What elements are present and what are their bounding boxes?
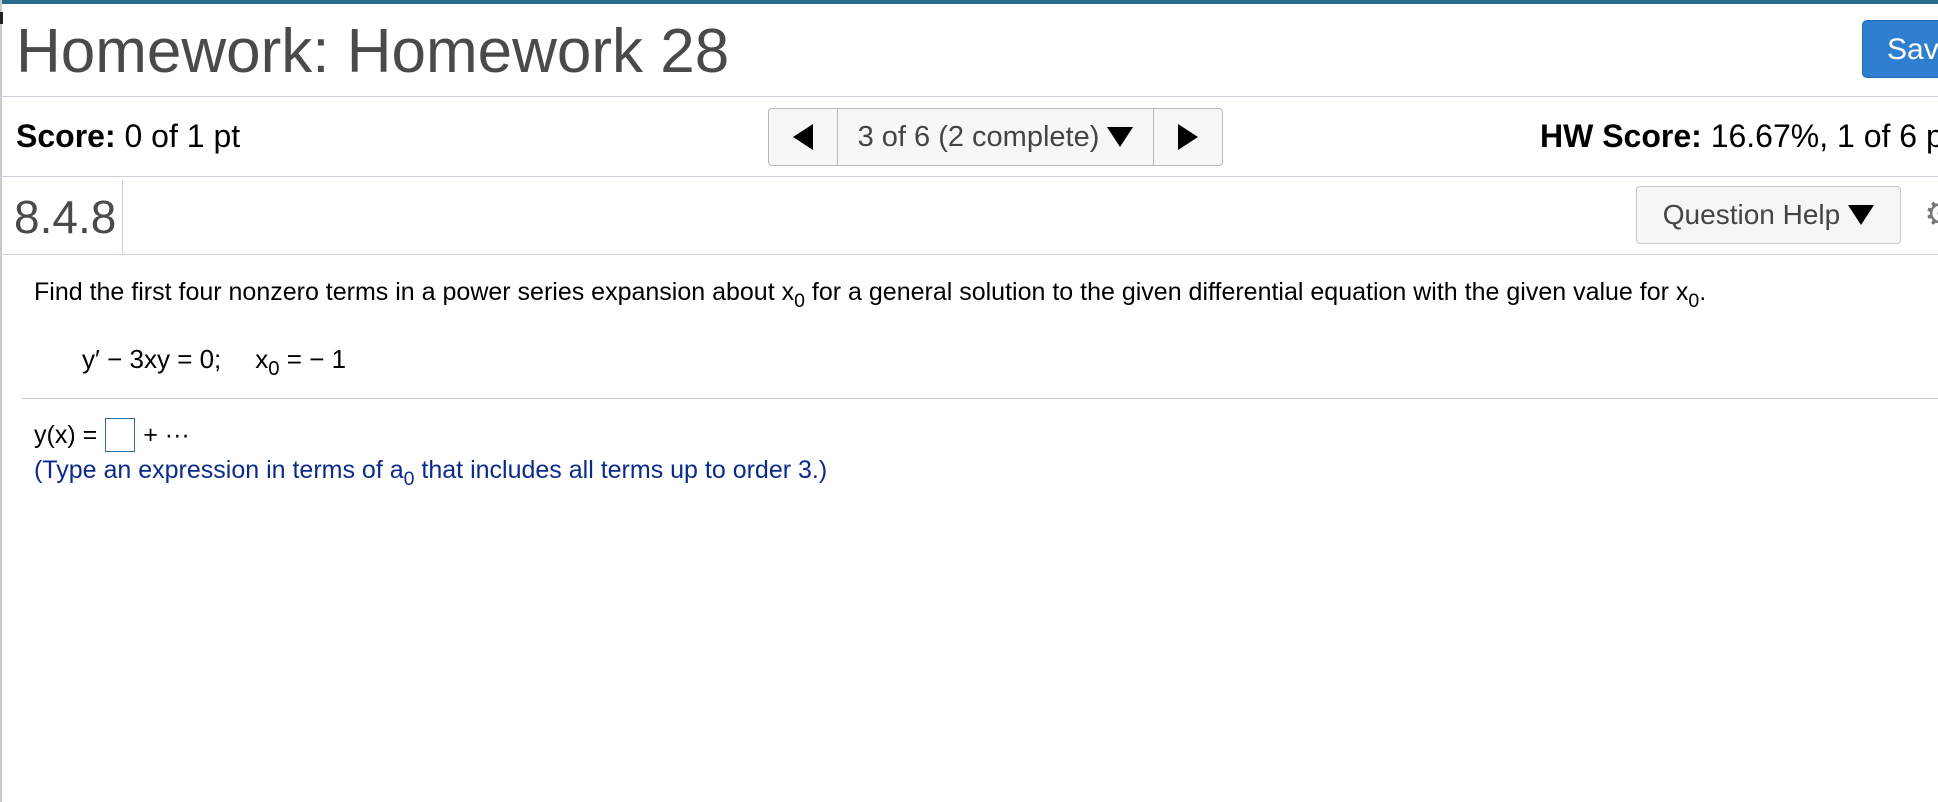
hw-score: HW Score: 16.67%, 1 of 6 pts xyxy=(1540,118,1938,155)
divider xyxy=(0,254,1938,255)
question-number: 8.4.8 xyxy=(14,191,117,243)
triangle-right-icon xyxy=(1178,124,1198,150)
question-number-divider xyxy=(122,180,123,254)
prompt-text: . xyxy=(1699,278,1707,306)
answer-input[interactable] xyxy=(105,418,136,452)
equation-variable: x xyxy=(255,344,269,374)
question-prompt: Find the first four nonzero terms in a p… xyxy=(34,278,1706,313)
divider xyxy=(0,176,1938,177)
answer-row: y(x) = + ··· xyxy=(34,418,190,452)
hint-text: that includes all terms up to order 3.) xyxy=(414,456,828,484)
hw-score-label: HW Score: xyxy=(1540,118,1702,154)
equation-text: y′ − 3xy = 0; xyxy=(82,344,222,374)
prompt-subscript: 0 xyxy=(1688,289,1700,312)
answer-hint: (Type an expression in terms of a0 that … xyxy=(34,456,827,491)
divider xyxy=(0,96,1938,97)
save-button[interactable]: Save xyxy=(1862,20,1938,78)
gear-icon[interactable]: ⚙ xyxy=(1924,196,1938,232)
question-help-button[interactable]: Question Help xyxy=(1636,186,1901,244)
hint-subscript: 0 xyxy=(403,467,415,490)
equation-subscript: 0 xyxy=(268,358,280,381)
answer-suffix: + ··· xyxy=(143,420,190,449)
prompt-text: for a general solution to the given diff… xyxy=(804,278,1689,306)
question-select-dropdown[interactable]: 3 of 6 (2 complete) xyxy=(838,109,1153,165)
score: Score: 0 of 1 pt xyxy=(16,118,240,155)
page-title: Homework: Homework 28 xyxy=(16,17,730,86)
question-status: 3 of 6 (2 complete) xyxy=(857,120,1100,153)
triangle-left-icon xyxy=(793,124,813,150)
answer-prefix: y(x) = xyxy=(34,420,98,449)
prompt-text: Find the first four nonzero terms in a p… xyxy=(34,278,795,306)
prompt-subscript: 0 xyxy=(794,289,805,312)
hw-score-value: 16.67%, 1 of 6 pts xyxy=(1710,118,1938,154)
left-border xyxy=(0,0,2,802)
question-navigator: 3 of 6 (2 complete) xyxy=(768,108,1223,166)
hint-text: (Type an expression in terms of a xyxy=(34,456,404,484)
content-divider xyxy=(22,398,1938,399)
score-value: 0 of 1 pt xyxy=(115,118,241,154)
differential-equation: y′ − 3xy = 0; x0 = − 1 xyxy=(82,344,346,381)
header: Homework: Homework 28 Save xyxy=(0,4,1938,96)
triangle-down-icon xyxy=(1107,127,1134,147)
previous-question-button[interactable] xyxy=(769,109,838,165)
question-help-label: Question Help xyxy=(1662,199,1841,230)
triangle-down-icon xyxy=(1848,205,1875,225)
score-label: Score: xyxy=(16,118,116,154)
equation-value: = − 1 xyxy=(279,344,347,374)
next-question-button[interactable] xyxy=(1153,109,1222,165)
